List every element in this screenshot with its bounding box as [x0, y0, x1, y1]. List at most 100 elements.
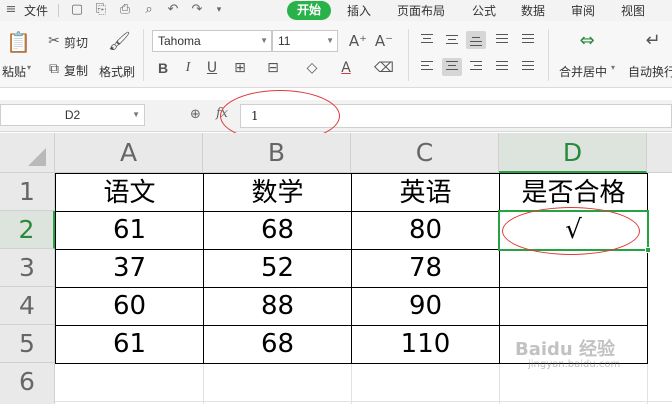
cell-a4[interactable]: 60	[56, 287, 203, 325]
tab-insert[interactable]: 插入	[347, 2, 371, 19]
print-icon[interactable]: ⎙	[118, 3, 132, 17]
row-header-4[interactable]: 4	[0, 287, 55, 325]
cell-c5[interactable]: 110	[352, 325, 499, 363]
tab-view[interactable]: 视图	[621, 2, 645, 19]
undo-icon[interactable]: ↶	[166, 3, 180, 17]
merge-center-button[interactable]: 合并居中	[559, 63, 607, 80]
copy-button[interactable]: 复制	[64, 62, 88, 79]
cell-c1[interactable]: 英语	[352, 173, 499, 211]
table-border	[203, 173, 204, 364]
merge-dropdown-icon[interactable]: ▾	[611, 63, 615, 72]
menu-icon[interactable]: ≡	[4, 3, 18, 17]
align-top-icon[interactable]	[417, 31, 437, 49]
decrease-font-icon[interactable]: A⁻	[374, 33, 394, 49]
zoom-icon[interactable]: ⊕	[190, 107, 201, 122]
column-header-d[interactable]: D	[499, 133, 647, 173]
selection-box	[498, 210, 651, 253]
tab-formulas[interactable]: 公式	[472, 2, 496, 19]
column-header-b[interactable]: B	[203, 133, 351, 173]
formula-bar: D2 ▼ ⊕ fx 1	[0, 90, 672, 142]
cell-b5[interactable]: 68	[204, 325, 351, 363]
border-icon[interactable]: ⊞	[230, 60, 250, 76]
chevron-down-icon: ▼	[260, 36, 268, 45]
paste-button[interactable]: 粘贴	[2, 63, 26, 80]
export-icon[interactable]: ⎘	[94, 3, 108, 17]
cell-b1[interactable]: 数学	[204, 173, 351, 211]
formula-input[interactable]: 1	[240, 104, 672, 128]
clear-icon[interactable]: ⌫	[374, 60, 394, 76]
cell-d3[interactable]	[500, 249, 647, 287]
column-header-e[interactable]	[647, 133, 672, 173]
redo-icon[interactable]: ↷	[190, 3, 204, 17]
font-name-value: Tahoma	[158, 34, 201, 48]
cell-b2[interactable]: 68	[204, 211, 351, 249]
font-color-icon[interactable]: A	[337, 60, 355, 76]
font-size-select[interactable]: 11 ▼	[272, 30, 338, 52]
fill-handle[interactable]	[645, 247, 651, 253]
gridline	[203, 363, 204, 404]
row-header-5[interactable]: 5	[0, 325, 55, 363]
increase-font-icon[interactable]: A⁺	[348, 33, 368, 49]
cell-b4[interactable]: 88	[204, 287, 351, 325]
cell-a2[interactable]: 61	[56, 211, 203, 249]
print-preview-icon[interactable]: ⌕	[142, 3, 156, 17]
row-header-1[interactable]: 1	[0, 173, 55, 211]
align-right-icon[interactable]	[466, 58, 486, 76]
ribbon-separator	[408, 29, 409, 81]
justify-icon[interactable]	[492, 58, 512, 76]
cell-a3[interactable]: 37	[56, 249, 203, 287]
tab-data[interactable]: 数据	[521, 2, 545, 19]
save-icon[interactable]: ▢	[70, 3, 84, 17]
baidu-watermark-logo: Baidu 经验	[515, 339, 616, 360]
font-name-select[interactable]: Tahoma ▼	[152, 30, 272, 52]
ribbon-separator	[143, 29, 144, 81]
format-painter-icon[interactable]: 🖌	[108, 31, 131, 53]
cell-c2[interactable]: 80	[352, 211, 499, 249]
tab-review[interactable]: 审阅	[571, 2, 595, 19]
merge-center-icon[interactable]: ⇔	[575, 32, 599, 50]
scissors-icon[interactable]: ✂	[46, 33, 62, 49]
align-middle-icon[interactable]	[442, 31, 462, 49]
cell-d4[interactable]	[500, 287, 647, 325]
row-header-2[interactable]: 2	[0, 211, 55, 249]
select-all-corner[interactable]	[0, 133, 55, 173]
align-left-icon[interactable]	[417, 58, 437, 76]
paste-icon[interactable]: 📋	[6, 31, 31, 53]
spreadsheet-grid: A B C D 1 2 3 4 5 6 语文 数学 英语 是否合格 61 68 …	[0, 133, 672, 404]
column-header-c[interactable]: C	[351, 133, 499, 173]
cut-button[interactable]: 剪切	[64, 34, 88, 51]
tab-page-layout[interactable]: 页面布局	[397, 2, 445, 19]
cell-c3[interactable]: 78	[352, 249, 499, 287]
cell-a1[interactable]: 语文	[56, 173, 203, 211]
table-border	[351, 173, 352, 364]
name-box[interactable]: D2 ▼	[0, 104, 145, 126]
more-icon[interactable]: ▾	[212, 3, 226, 17]
bold-icon[interactable]: B	[155, 60, 171, 76]
menu-file[interactable]: 文件	[24, 2, 48, 19]
fill-color-icon[interactable]: ◇	[301, 60, 323, 76]
wrap-text-icon[interactable]: ↵	[641, 32, 665, 50]
align-center-icon[interactable]	[442, 58, 462, 76]
wrap-text-button[interactable]: 自动换行	[628, 63, 672, 80]
column-header-a[interactable]: A	[55, 133, 203, 173]
indent-icon[interactable]	[492, 31, 512, 49]
align-bottom-icon[interactable]	[466, 31, 486, 49]
paste-dropdown-icon[interactable]: ▾	[27, 63, 31, 72]
row-header-6[interactable]: 6	[0, 363, 55, 404]
row-header-3[interactable]: 3	[0, 249, 55, 287]
chevron-down-icon: ▼	[132, 110, 140, 119]
merge-style-icon[interactable]: ⊟	[263, 60, 283, 76]
cell-b3[interactable]: 52	[204, 249, 351, 287]
cell-a5[interactable]: 61	[56, 325, 203, 363]
fx-icon[interactable]: fx	[216, 106, 228, 121]
tab-home[interactable]: 开始	[287, 1, 331, 20]
cell-c4[interactable]: 90	[352, 287, 499, 325]
distribute-icon[interactable]	[518, 58, 538, 76]
table-border	[499, 173, 500, 364]
format-painter-button[interactable]: 格式刷	[99, 63, 135, 80]
cell-d1[interactable]: 是否合格	[500, 173, 647, 211]
italic-icon[interactable]: I	[180, 60, 196, 76]
underline-icon[interactable]: U	[204, 60, 220, 76]
copy-icon[interactable]: ⧉	[46, 61, 62, 77]
outdent-icon[interactable]	[518, 31, 538, 49]
